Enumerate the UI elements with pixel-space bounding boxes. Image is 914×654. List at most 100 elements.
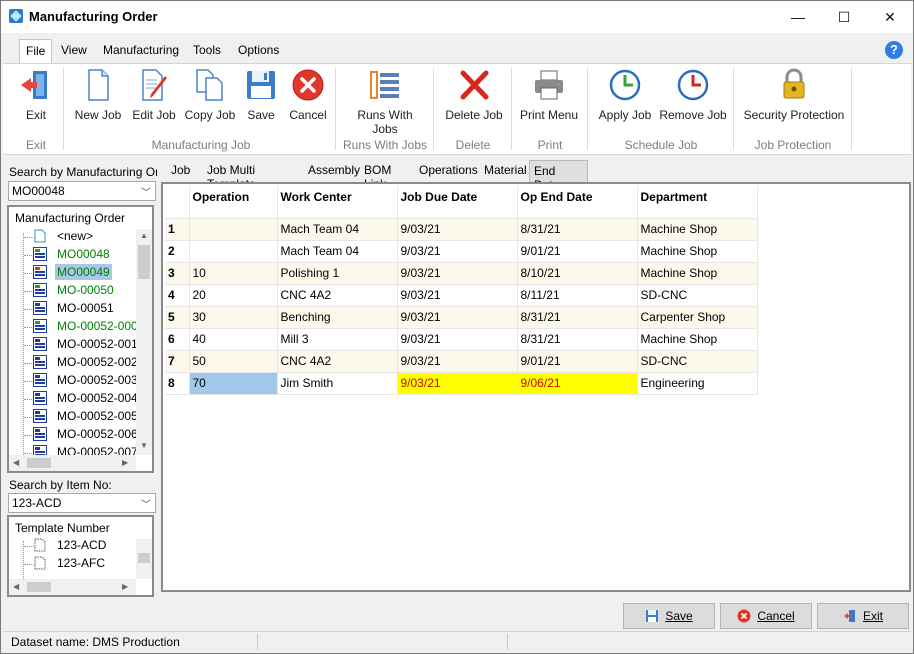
cell-operation[interactable]: 50 — [189, 350, 278, 373]
cell-work-center[interactable]: Benching — [277, 306, 398, 329]
cancel-ribbon-button[interactable]: Cancel — [285, 68, 331, 122]
table-row[interactable]: 4 20 CNC 4A2 9/03/21 8/11/21 SD-CNC — [165, 284, 758, 307]
cell-department[interactable]: Machine Shop — [637, 262, 758, 285]
cell-work-center[interactable]: CNC 4A2 — [277, 350, 398, 373]
new-job-button[interactable]: New Job — [71, 68, 125, 122]
mo-tree-vscrollbar[interactable]: ▲ ▼ — [136, 229, 152, 455]
close-window-button[interactable]: ✕ — [867, 1, 913, 33]
save-button[interactable]: Save — [623, 603, 715, 629]
cell-job-due-date[interactable]: 9/03/21 — [397, 240, 518, 263]
mo-tree-item[interactable]: MO-00052-005 — [33, 409, 140, 427]
cell-op-end-date[interactable]: 9/01/21 — [517, 240, 638, 263]
tab-material[interactable]: Material — [480, 160, 531, 182]
mo-tree-vscroll-thumb[interactable] — [138, 245, 150, 279]
mo-tree-item[interactable]: MO-00052-002 — [33, 355, 140, 373]
mo-tree-item[interactable]: MO-00050 — [33, 283, 116, 301]
exit-button[interactable]: Exit — [817, 603, 909, 629]
cell-op-end-date[interactable]: 9/06/21 — [517, 372, 638, 395]
mo-tree-item[interactable]: MO-00052-004 — [33, 391, 140, 409]
template-hscroll-thumb[interactable] — [27, 582, 51, 592]
mo-tree-item[interactable]: <new> — [33, 229, 95, 247]
cell-operation[interactable]: 70 — [189, 372, 278, 395]
cell-op-end-date[interactable]: 9/01/21 — [517, 350, 638, 373]
tab-end-date-compare[interactable]: End Date Compare — [529, 160, 589, 206]
mo-tree-item[interactable]: MO-00052-006 — [33, 427, 140, 445]
cell-job-due-date[interactable]: 9/03/21 — [397, 328, 518, 351]
cell-department[interactable]: Engineering — [637, 372, 758, 395]
cell-job-due-date[interactable]: 9/03/21 — [397, 262, 518, 285]
menu-view[interactable]: View — [61, 43, 87, 57]
cell-op-end-date[interactable]: 8/31/21 — [517, 306, 638, 329]
menu-options[interactable]: Options — [238, 43, 279, 57]
cell-work-center[interactable]: CNC 4A2 — [277, 284, 398, 307]
cell-job-due-date[interactable]: 9/03/21 — [397, 218, 518, 241]
cell-job-due-date[interactable]: 9/03/21 — [397, 306, 518, 329]
table-row[interactable]: 6 40 Mill 3 9/03/21 8/31/21 Machine Shop — [165, 328, 758, 351]
help-icon[interactable]: ? — [885, 41, 903, 59]
cell-operation[interactable]: 30 — [189, 306, 278, 329]
table-row[interactable]: 8 70 Jim Smith 9/03/21 9/06/21 Engineering — [165, 372, 758, 395]
mo-tree-item[interactable]: MO-00052-000 — [33, 319, 140, 337]
save-ribbon-button[interactable]: Save — [241, 68, 281, 122]
tab-job-multi-template[interactable]: Job Multi Template — [203, 160, 260, 191]
cell-op-end-date[interactable]: 8/11/21 — [517, 284, 638, 307]
template-tree-item[interactable]: 123-AFC — [33, 556, 107, 574]
chevron-down-icon[interactable]: ﹀ — [141, 496, 151, 511]
cell-operation[interactable] — [189, 218, 278, 241]
menu-file[interactable]: File — [19, 39, 53, 63]
cell-department[interactable]: Machine Shop — [637, 218, 758, 241]
mo-tree-item[interactable]: MO-00051 — [33, 301, 116, 319]
cell-work-center[interactable]: Mach Team 04 — [277, 218, 398, 241]
cell-department[interactable]: SD-CNC — [637, 284, 758, 307]
search-item-combo[interactable]: 123-ACD ﹀ — [8, 493, 156, 513]
cell-department[interactable]: SD-CNC — [637, 350, 758, 373]
template-tree-vscrollbar[interactable] — [136, 539, 152, 579]
table-row[interactable]: 3 10 Polishing 1 9/03/21 8/10/21 Machine Shop — [165, 262, 758, 285]
remove-job-button[interactable]: Remove Job — [659, 68, 727, 122]
chevron-down-icon[interactable]: ﹀ — [141, 184, 151, 199]
cancel-button[interactable]: Cancel — [720, 603, 812, 629]
minimize-button[interactable]: — — [775, 1, 821, 33]
mo-tree-item[interactable]: MO-00052-003 — [33, 373, 140, 391]
exit-ribbon-button[interactable]: Exit — [13, 68, 59, 122]
mo-tree-hscrollbar[interactable]: ◀ ▶ — [9, 455, 136, 471]
column-header-department[interactable]: Department — [637, 186, 758, 219]
tab-assembly[interactable]: Assembly — [304, 160, 364, 182]
cell-operation[interactable] — [189, 240, 278, 263]
template-vscroll-thumb[interactable] — [138, 553, 150, 563]
table-row[interactable]: 7 50 CNC 4A2 9/03/21 9/01/21 SD-CNC — [165, 350, 758, 373]
maximize-button[interactable]: ☐ — [821, 1, 867, 33]
security-protection-button[interactable]: Security Protection — [741, 68, 847, 122]
column-header-job-due-date[interactable]: Job Due Date — [397, 186, 518, 219]
column-header-operation[interactable]: Operation — [189, 186, 278, 219]
cell-work-center[interactable]: Jim Smith — [277, 372, 398, 395]
tab-job[interactable]: Job — [167, 160, 194, 182]
cell-work-center[interactable]: Mach Team 04 — [277, 240, 398, 263]
cell-op-end-date[interactable]: 8/31/21 — [517, 218, 638, 241]
delete-job-button[interactable]: Delete Job — [441, 68, 507, 122]
cell-op-end-date[interactable]: 8/10/21 — [517, 262, 638, 285]
cell-operation[interactable]: 40 — [189, 328, 278, 351]
menu-manufacturing[interactable]: Manufacturing — [103, 43, 179, 57]
column-header-op-end-date[interactable]: Op End Date — [517, 186, 638, 219]
cell-department[interactable]: Machine Shop — [637, 328, 758, 351]
mo-tree-item[interactable]: MO00049 — [33, 264, 112, 283]
table-row[interactable]: 2 Mach Team 04 9/03/21 9/01/21 Machine Shop — [165, 240, 758, 263]
apply-job-button[interactable]: Apply Job — [595, 68, 655, 122]
mo-tree-item[interactable]: MO00048 — [33, 247, 112, 265]
cell-department[interactable]: Carpenter Shop — [637, 306, 758, 329]
runs-with-jobs-button[interactable]: Runs With Jobs — [343, 68, 427, 136]
tab-operations[interactable]: Operations — [415, 160, 482, 182]
template-tree-hscrollbar[interactable]: ◀ ▶ — [9, 579, 136, 595]
cell-work-center[interactable]: Mill 3 — [277, 328, 398, 351]
cell-work-center[interactable]: Polishing 1 — [277, 262, 398, 285]
table-row[interactable]: 1 Mach Team 04 9/03/21 8/31/21 Machine Shop — [165, 218, 758, 241]
print-menu-button[interactable]: Print Menu — [517, 68, 581, 122]
edit-job-button[interactable]: Edit Job — [127, 68, 181, 122]
cell-op-end-date[interactable]: 8/31/21 — [517, 328, 638, 351]
cell-operation[interactable]: 10 — [189, 262, 278, 285]
mo-tree-hscroll-thumb[interactable] — [27, 458, 51, 468]
cell-department[interactable]: Machine Shop — [637, 240, 758, 263]
mo-tree-item[interactable]: MO-00052-001 — [33, 337, 140, 355]
cell-job-due-date[interactable]: 9/03/21 — [397, 372, 518, 395]
